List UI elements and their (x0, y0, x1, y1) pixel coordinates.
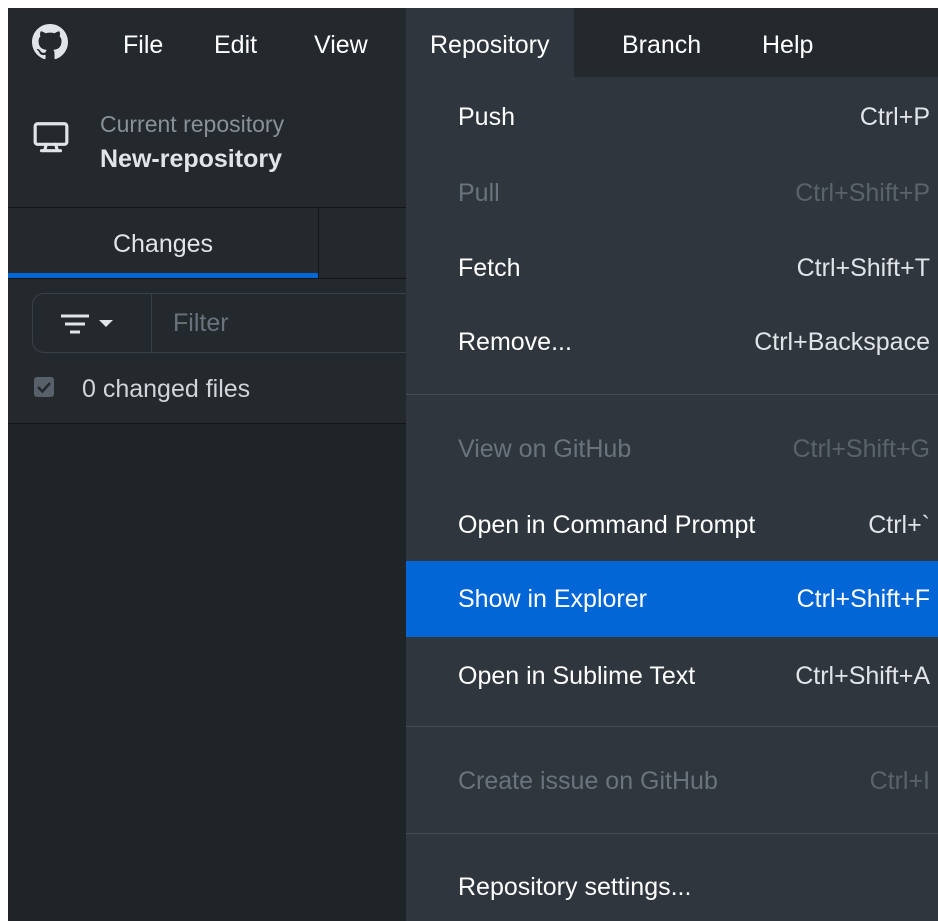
tab-changes-label: Changes (112, 230, 214, 258)
menu-item-fetch[interactable]: Fetch Ctrl+Shift+T (406, 230, 938, 306)
menu-item-remove-label: Remove... (458, 327, 572, 356)
screenshot-border-left (0, 0, 8, 921)
changed-files-header: 0 changed files (8, 361, 406, 424)
menu-item-pull-shortcut: Ctrl+Shift+P (795, 178, 930, 207)
filter-options-button[interactable] (33, 294, 152, 352)
menu-repository[interactable]: Repository (406, 8, 574, 77)
menu-separator (406, 726, 938, 727)
menu-item-repository-settings-label: Repository settings... (458, 872, 692, 901)
menu-item-remove[interactable]: Remove... Ctrl+Backspace (406, 304, 938, 380)
menu-branch[interactable]: Branch (622, 8, 701, 77)
menu-item-push-shortcut: Ctrl+P (859, 102, 930, 131)
github-desktop-window: File Edit View Repository Branch Help Cu… (0, 0, 938, 921)
menu-item-fetch-shortcut: Ctrl+Shift+T (796, 253, 930, 282)
screenshot-border-top (0, 0, 938, 8)
menu-item-create-issue[interactable]: Create issue on GitHub Ctrl+I (406, 743, 938, 819)
menu-item-show-in-explorer[interactable]: Show in Explorer Ctrl+Shift+F (406, 561, 938, 637)
menu-item-view-on-github[interactable]: View on GitHub Ctrl+Shift+G (406, 411, 938, 487)
filter-input[interactable] (173, 308, 423, 338)
menu-item-open-command-prompt-label: Open in Command Prompt (458, 510, 756, 539)
menu-item-open-in-sublime-label: Open in Sublime Text (458, 661, 696, 690)
menu-item-pull[interactable]: Pull Ctrl+Shift+P (406, 155, 938, 231)
menu-bar: File Edit View Repository Branch Help (8, 8, 938, 77)
menu-item-open-command-prompt-shortcut: Ctrl+` (868, 510, 930, 539)
menu-item-open-command-prompt[interactable]: Open in Command Prompt Ctrl+` (406, 487, 938, 563)
tab-active-indicator (8, 273, 318, 278)
menu-item-fetch-label: Fetch (458, 253, 521, 282)
menu-item-pull-label: Pull (458, 178, 500, 207)
current-repository-button[interactable]: Current repository New-repository (8, 77, 406, 208)
menu-separator (406, 394, 938, 395)
menu-item-view-on-github-shortcut: Ctrl+Shift+G (792, 434, 930, 463)
menu-item-repository-settings[interactable]: Repository settings... (406, 849, 938, 921)
menu-item-open-in-sublime-shortcut: Ctrl+Shift+A (795, 661, 930, 690)
menu-item-remove-shortcut: Ctrl+Backspace (754, 327, 930, 356)
menu-help[interactable]: Help (762, 8, 813, 77)
menu-file[interactable]: File (123, 8, 163, 77)
tab-bar: Changes (8, 208, 406, 279)
menu-item-push-label: Push (458, 102, 515, 131)
menu-item-view-on-github-label: View on GitHub (458, 434, 632, 463)
tab-changes[interactable]: Changes (8, 208, 319, 278)
github-logo-icon[interactable] (32, 24, 68, 60)
changed-files-count: 0 changed files (82, 375, 251, 403)
menu-item-show-in-explorer-label: Show in Explorer (458, 584, 647, 613)
select-all-checkbox[interactable] (34, 377, 54, 397)
menu-separator (406, 833, 938, 834)
menu-item-open-in-sublime[interactable]: Open in Sublime Text Ctrl+Shift+A (406, 638, 938, 714)
checkmark-icon (37, 382, 51, 394)
menu-item-create-issue-label: Create issue on GitHub (458, 766, 718, 795)
desktop-computer-icon (33, 122, 69, 153)
filter-icon (61, 314, 113, 334)
menu-item-show-in-explorer-shortcut: Ctrl+Shift+F (796, 584, 930, 613)
menu-item-create-issue-shortcut: Ctrl+I (869, 766, 930, 795)
menu-edit[interactable]: Edit (214, 8, 257, 77)
tab-history[interactable] (319, 208, 406, 278)
menu-view[interactable]: View (314, 8, 368, 77)
repository-menu: Push Ctrl+P Pull Ctrl+Shift+P Fetch Ctrl… (406, 77, 938, 921)
menu-item-push[interactable]: Push Ctrl+P (406, 79, 938, 155)
current-repository-label: Current repository (100, 111, 285, 137)
changes-list (8, 424, 406, 921)
filter-row (8, 279, 434, 361)
filter-box (32, 293, 434, 353)
repository-name: New-repository (100, 145, 282, 173)
